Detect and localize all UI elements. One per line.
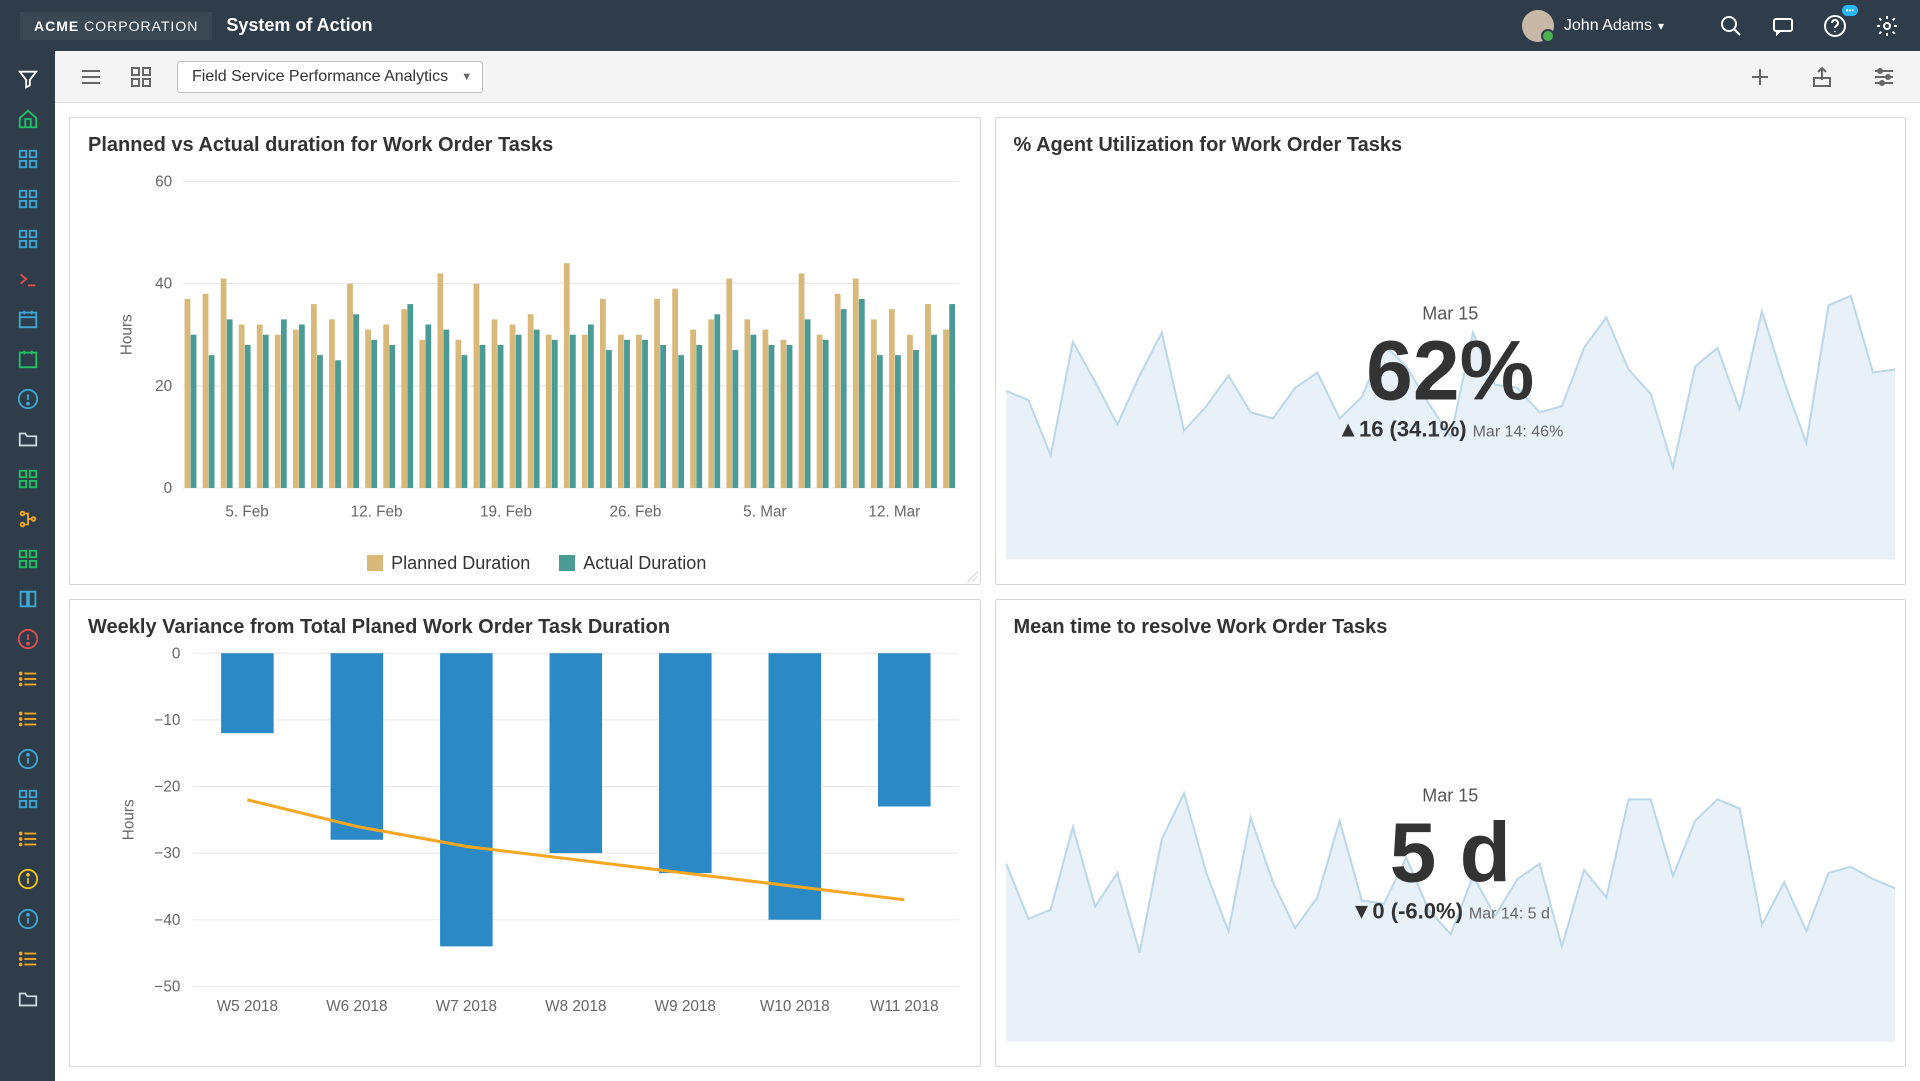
svg-text:W9 2018: W9 2018 bbox=[655, 998, 716, 1015]
calendar-icon[interactable] bbox=[14, 305, 42, 333]
svg-text:0: 0 bbox=[164, 480, 173, 497]
svg-text:Hours: Hours bbox=[118, 314, 135, 355]
sliders-icon[interactable] bbox=[1870, 63, 1898, 91]
info-icon[interactable] bbox=[14, 865, 42, 893]
kpi-previous: Mar 14: 46% bbox=[1473, 423, 1564, 440]
swatch-planned-icon bbox=[367, 555, 383, 571]
chevron-down-icon[interactable]: ▾ bbox=[1658, 19, 1664, 33]
help-icon[interactable] bbox=[1822, 13, 1848, 39]
svg-text:60: 60 bbox=[155, 174, 172, 191]
kpi-value: 62% bbox=[1337, 328, 1563, 412]
share-icon[interactable] bbox=[1808, 63, 1836, 91]
legend-planned-label: Planned Duration bbox=[391, 553, 530, 573]
info-icon[interactable] bbox=[14, 745, 42, 773]
svg-text:W10 2018: W10 2018 bbox=[760, 998, 830, 1015]
legend-actual-label: Actual Duration bbox=[583, 553, 706, 573]
chart-legend: Planned Duration Actual Duration bbox=[70, 553, 980, 584]
card-title: % Agent Utilization for Work Order Tasks bbox=[996, 118, 1906, 161]
kpi-value: 5 d bbox=[1351, 810, 1550, 894]
card-title: Planned vs Actual duration for Work Orde… bbox=[70, 118, 980, 161]
card-agent-utilization: % Agent Utilization for Work Order Tasks… bbox=[995, 117, 1907, 585]
dashboard-select-value: Field Service Performance Analytics bbox=[192, 68, 448, 86]
kpi-block: Mar 15 5 d ▼0 (-6.0%) Mar 14: 5 d bbox=[1351, 785, 1550, 924]
kpi-date: Mar 15 bbox=[1351, 785, 1550, 806]
swatch-actual-icon bbox=[559, 555, 575, 571]
grid-icon[interactable] bbox=[14, 145, 42, 173]
add-icon[interactable] bbox=[1746, 63, 1774, 91]
grid-icon[interactable] bbox=[14, 465, 42, 493]
list-icon[interactable] bbox=[14, 665, 42, 693]
calendar-plain-icon[interactable] bbox=[14, 345, 42, 373]
svg-text:5. Mar: 5. Mar bbox=[743, 504, 786, 521]
card-mttr: Mean time to resolve Work Order Tasks Ma… bbox=[995, 599, 1907, 1067]
svg-text:W11 2018: W11 2018 bbox=[870, 998, 939, 1015]
chart-planned-vs-actual: 0 20 40 60 Hours 5. Feb 12. Feb 19. Feb 26. Feb 5… bbox=[70, 161, 979, 529]
home-icon[interactable] bbox=[14, 105, 42, 133]
list-icon[interactable] bbox=[14, 705, 42, 733]
svg-text:20: 20 bbox=[155, 378, 172, 395]
dashboard-select[interactable]: Field Service Performance Analytics bbox=[177, 61, 483, 93]
folder-icon[interactable] bbox=[14, 985, 42, 1013]
filter-icon[interactable] bbox=[14, 65, 42, 93]
brand-badge: ACME CORPORATION bbox=[20, 12, 212, 40]
book-icon[interactable] bbox=[14, 585, 42, 613]
svg-text:0: 0 bbox=[172, 645, 181, 662]
card-title: Weekly Variance from Total Planed Work O… bbox=[70, 600, 980, 643]
svg-text:Hours: Hours bbox=[120, 799, 137, 840]
search-icon[interactable] bbox=[1718, 13, 1744, 39]
grid-icon[interactable] bbox=[14, 545, 42, 573]
dashboard-toolbar: Field Service Performance Analytics bbox=[55, 51, 1920, 103]
alert-circle-icon[interactable] bbox=[14, 625, 42, 653]
user-name[interactable]: John Adams bbox=[1564, 17, 1652, 35]
avatar[interactable] bbox=[1522, 10, 1554, 42]
svg-text:W8 2018: W8 2018 bbox=[545, 998, 606, 1015]
kpi-previous: Mar 14: 5 d bbox=[1469, 905, 1550, 922]
tree-icon[interactable] bbox=[14, 505, 42, 533]
kpi-delta: ▲16 (34.1%) bbox=[1337, 416, 1466, 441]
page-title: System of Action bbox=[226, 15, 372, 36]
gear-icon[interactable] bbox=[1874, 13, 1900, 39]
svg-text:12. Feb: 12. Feb bbox=[351, 504, 403, 521]
svg-text:−50: −50 bbox=[154, 978, 180, 995]
top-bar: ACME CORPORATION System of Action John A… bbox=[0, 0, 1920, 51]
svg-text:5. Feb: 5. Feb bbox=[225, 504, 268, 521]
grid-icon[interactable] bbox=[14, 225, 42, 253]
card-planned-vs-actual: Planned vs Actual duration for Work Orde… bbox=[69, 117, 981, 585]
svg-text:−40: −40 bbox=[154, 912, 180, 929]
card-weekly-variance: Weekly Variance from Total Planed Work O… bbox=[69, 599, 981, 1067]
info-icon[interactable] bbox=[14, 905, 42, 933]
chat-icon[interactable] bbox=[1770, 13, 1796, 39]
svg-text:19. Feb: 19. Feb bbox=[480, 504, 532, 521]
kpi-date: Mar 15 bbox=[1337, 303, 1563, 324]
svg-text:26. Feb: 26. Feb bbox=[609, 504, 661, 521]
grid-icon[interactable] bbox=[127, 63, 155, 91]
svg-text:W6 2018: W6 2018 bbox=[326, 998, 387, 1015]
grid-icon[interactable] bbox=[14, 785, 42, 813]
menu-icon[interactable] bbox=[77, 63, 105, 91]
kpi-delta: ▼0 (-6.0%) bbox=[1351, 898, 1463, 923]
resize-handle[interactable] bbox=[964, 568, 978, 582]
kpi-block: Mar 15 62% ▲16 (34.1%) Mar 14: 46% bbox=[1337, 303, 1563, 442]
svg-text:−20: −20 bbox=[154, 779, 180, 796]
folder-icon[interactable] bbox=[14, 425, 42, 453]
terminal-icon[interactable] bbox=[14, 265, 42, 293]
list-icon[interactable] bbox=[14, 825, 42, 853]
svg-text:−30: −30 bbox=[154, 845, 180, 862]
svg-text:W5 2018: W5 2018 bbox=[217, 998, 278, 1015]
left-nav-rail bbox=[0, 51, 55, 1081]
svg-text:W7 2018: W7 2018 bbox=[436, 998, 497, 1015]
brand-suffix: CORPORATION bbox=[79, 18, 198, 34]
chart-weekly-variance: 0 −10 −20 −30 −40 −50 Hours W5 2018 W6 2018 W7 20… bbox=[70, 643, 979, 1021]
grid-icon[interactable] bbox=[14, 185, 42, 213]
svg-text:40: 40 bbox=[155, 276, 172, 293]
alert-circle-icon[interactable] bbox=[14, 385, 42, 413]
brand-prefix: ACME bbox=[34, 18, 79, 34]
svg-text:12. Mar: 12. Mar bbox=[868, 504, 920, 521]
card-title: Mean time to resolve Work Order Tasks bbox=[996, 600, 1906, 643]
list-icon[interactable] bbox=[14, 945, 42, 973]
svg-text:−10: −10 bbox=[154, 712, 180, 729]
